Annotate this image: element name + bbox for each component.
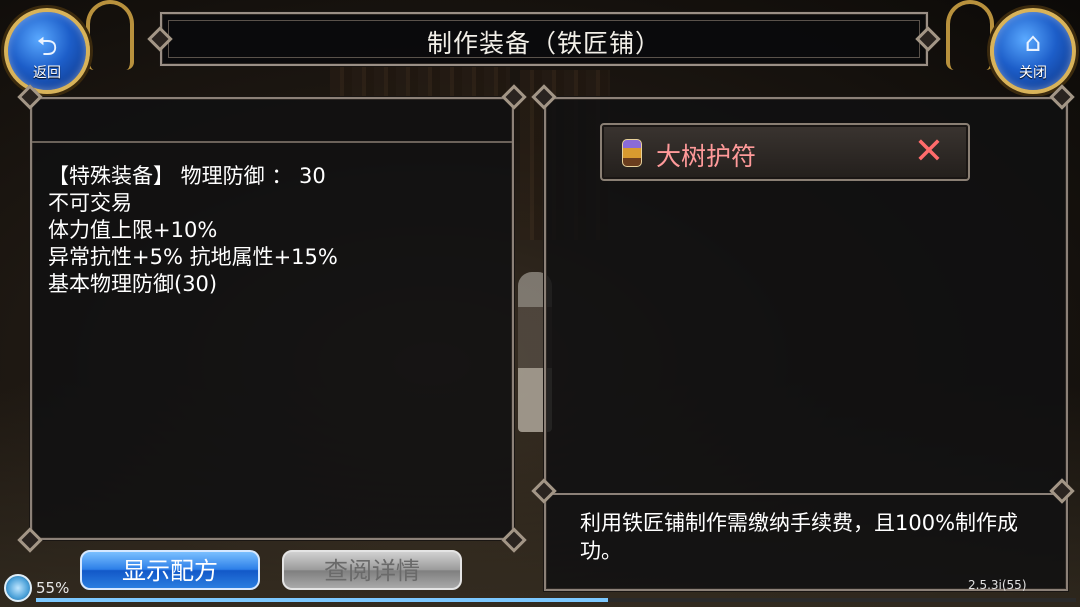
- stat-line: 【特殊装备】 物理防御 ： 30: [48, 164, 326, 188]
- show-recipe-button[interactable]: 显示配方: [80, 550, 260, 590]
- panel-divider: [32, 141, 512, 143]
- loading-icon: [4, 574, 32, 602]
- stat-line: 基本物理防御(30): [48, 272, 218, 296]
- stat-line: 异常抗性+5% 抗地属性+15%: [48, 245, 338, 269]
- gold-ornament: [86, 0, 134, 70]
- title-bar: 制作装备（铁匠铺）: [160, 12, 928, 66]
- stat-line: 不可交易: [48, 191, 132, 215]
- progress-fill: [36, 598, 608, 602]
- bookshelf-background: [330, 66, 510, 100]
- back-button-label: 返回: [33, 65, 61, 81]
- back-button[interactable]: ⮌ 返回: [4, 8, 90, 94]
- stat-line: 体力值上限+10%: [48, 218, 218, 242]
- selected-item-slot[interactable]: 大树护符 ✕: [600, 123, 970, 181]
- status-percent: 55%: [36, 579, 70, 597]
- item-stats-panel: 【特殊装备】 物理防御 ： 30 不可交易 体力值上限+10% 异常抗性+5% …: [30, 97, 514, 540]
- amulet-icon: [622, 139, 642, 167]
- close-button[interactable]: ⌂ 关闭: [990, 8, 1076, 94]
- crafting-panel: 大树护符 ✕ 利用铁匠铺制作需缴纳手续费，且100%制作成功。: [544, 97, 1068, 591]
- crafting-notice: 利用铁匠铺制作需缴纳手续费，且100%制作成功。: [580, 511, 1019, 563]
- gold-ornament: [946, 0, 994, 70]
- home-icon: ⌂: [1024, 28, 1042, 58]
- selected-item-name: 大树护符: [656, 142, 757, 171]
- progress-bar: [36, 598, 1076, 602]
- close-x-icon[interactable]: ✕: [910, 133, 948, 171]
- view-details-button[interactable]: 查阅详情: [282, 550, 462, 590]
- item-stats-text: 【特殊装备】 物理防御 ： 30 不可交易 体力值上限+10% 异常抗性+5% …: [48, 163, 338, 298]
- page-title: 制作装备（铁匠铺）: [426, 29, 661, 58]
- panel-divider: [546, 493, 1066, 495]
- close-button-label: 关闭: [1019, 65, 1047, 81]
- version-label: 2.5.3i(55): [968, 578, 1027, 592]
